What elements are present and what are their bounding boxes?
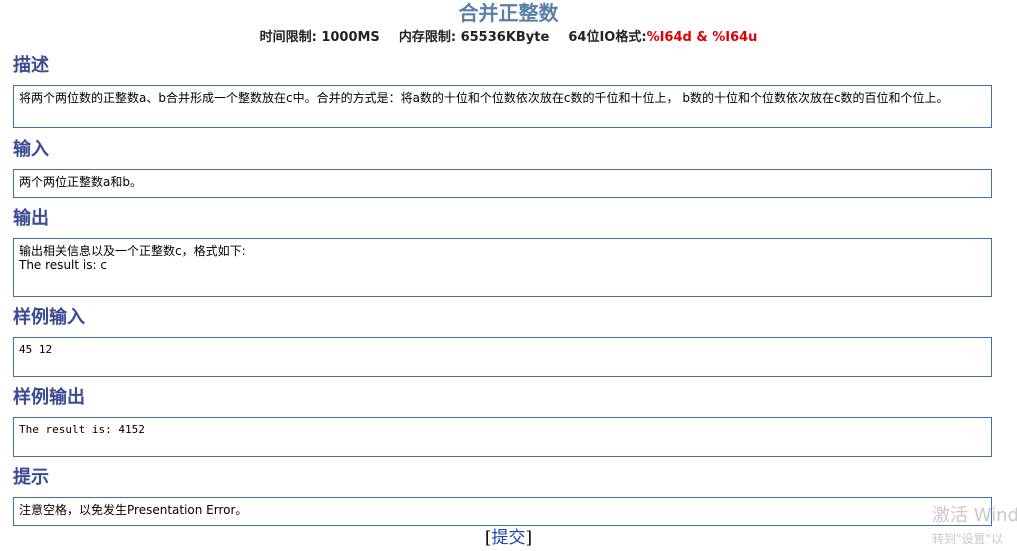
- input-text: 两个两位正整数a和b。: [19, 175, 142, 189]
- memory-limit-label: 内存限制:: [398, 30, 457, 45]
- hint-heading: 提示: [13, 467, 49, 488]
- sample-output-box: The result is: 4152: [13, 417, 992, 457]
- description-box: 将两个两位数的正整数a、b合并形成一个整数放在c中。合并的方式是：将a数的十位和…: [13, 85, 992, 128]
- sample-output-heading: 样例输出: [13, 387, 85, 408]
- time-limit-value: 1000MS: [321, 30, 380, 45]
- hint-text: 注意空格，以免发生Presentation Error。: [19, 503, 248, 517]
- watermark-line1: 激活 Wind: [932, 505, 1017, 526]
- watermark-line2: 转到"设置"以: [932, 532, 1004, 546]
- memory-limit-value: 65536KByte: [460, 30, 550, 45]
- output-text-line2: The result is: c: [19, 258, 107, 272]
- description-text: 将两个两位数的正整数a、b合并形成一个整数放在c中。合并的方式是：将a数的十位和…: [19, 91, 949, 105]
- sample-input-heading: 样例输入: [13, 307, 85, 328]
- time-limit-label: 时间限制:: [259, 30, 317, 45]
- sample-input-box: 45 12: [13, 337, 992, 377]
- submit-link[interactable]: 提交: [492, 528, 526, 548]
- sample-output-text: The result is: 4152: [19, 423, 145, 436]
- submit-area: [提交]: [0, 527, 1017, 549]
- submit-close-bracket: ]: [525, 528, 533, 548]
- io-format-label: 64位IO格式:: [568, 30, 647, 45]
- output-box: 输出相关信息以及一个正整数c，格式如下: The result is: c: [13, 238, 992, 297]
- output-text-line1: 输出相关信息以及一个正整数c，格式如下:: [19, 244, 246, 258]
- input-box: 两个两位正整数a和b。: [13, 169, 992, 198]
- input-heading: 输入: [13, 139, 49, 160]
- io-format-value: %I64d & %I64u: [646, 30, 758, 45]
- windows-activation-watermark: 激活 Wind 转到"设置"以: [932, 505, 1017, 547]
- description-heading: 描述: [13, 55, 49, 76]
- problem-title: 合并正整数: [458, 1, 559, 25]
- sample-input-text: 45 12: [19, 343, 53, 356]
- output-heading: 输出: [13, 208, 49, 229]
- problem-limits: 时间限制: 1000MS 内存限制: 65536KByte 64位IO格式:%I…: [0, 29, 1017, 47]
- submit-open-bracket: [: [484, 528, 492, 548]
- hint-box: 注意空格，以免发生Presentation Error。: [13, 497, 992, 526]
